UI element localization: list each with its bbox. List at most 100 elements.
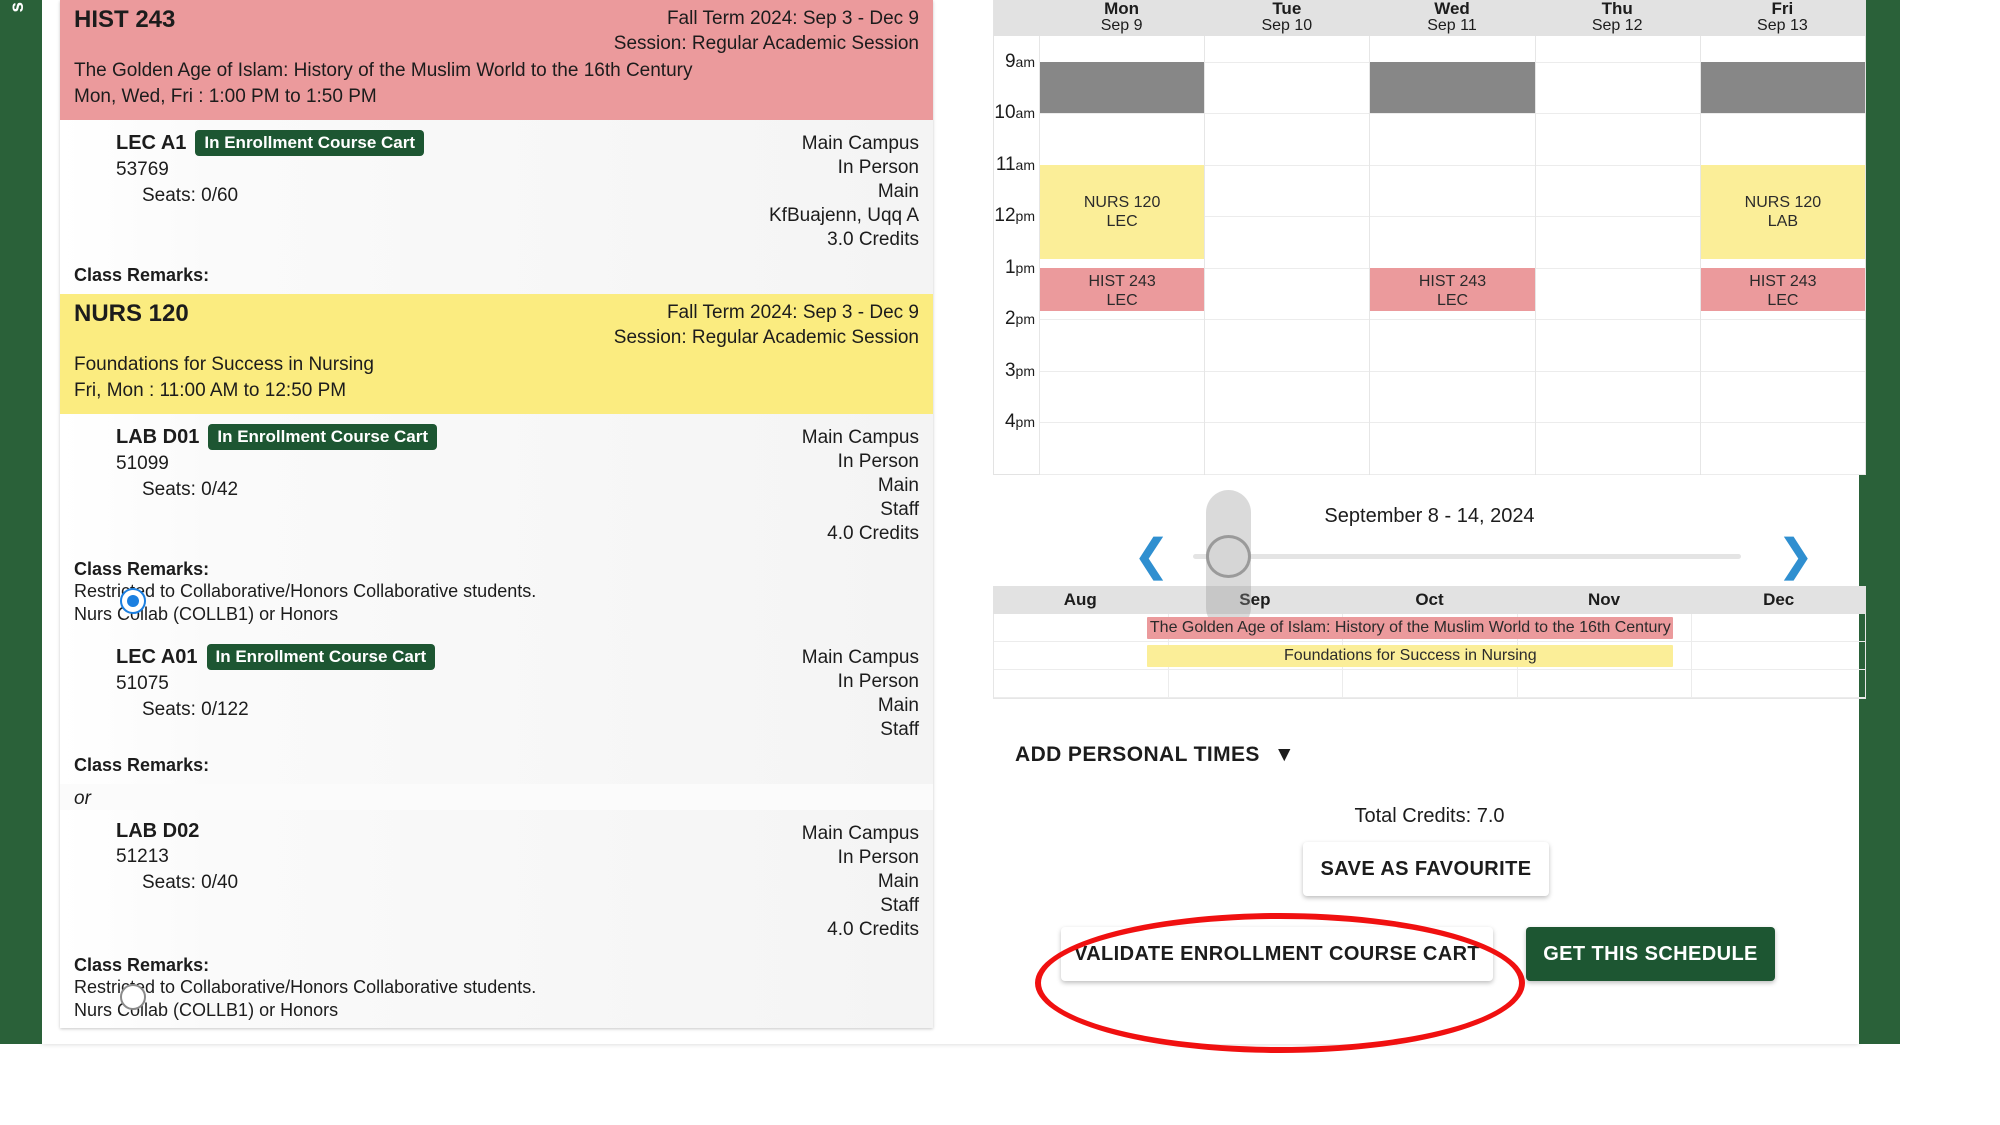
section-crn: 51213 — [116, 846, 169, 867]
calendar-day-heading: Tue Sep 10 — [1204, 0, 1369, 36]
section-campus: Main Campus — [801, 647, 919, 668]
calendar-hour-line — [1535, 370, 1700, 372]
section-code: LAB D02 — [116, 820, 200, 842]
calendar-hour-line — [1205, 370, 1370, 372]
calendar-event[interactable]: HIST 243 LEC — [1370, 267, 1535, 311]
calendar-day-heading: Mon Sep 9 — [1039, 0, 1204, 36]
calendar-day-column[interactable] — [1534, 36, 1700, 475]
section-seats: Seats: 0/60 — [142, 185, 239, 206]
course-code: NURS 120 — [74, 300, 189, 327]
time-unit: am — [1015, 156, 1035, 173]
calendar-event[interactable]: HIST 243 LEC — [1700, 267, 1866, 311]
get-this-schedule-button[interactable]: GET THIS SCHEDULE — [1526, 927, 1775, 981]
section-instructor: Staff — [880, 895, 919, 916]
section-option-radio[interactable] — [120, 588, 146, 614]
timeline-slider-track[interactable] — [1193, 554, 1741, 559]
course-section-row[interactable]: LEC A1 In Enrollment Course Cart 53769 Seat… — [60, 120, 933, 294]
calendar-time-label: 9am — [1005, 51, 1035, 73]
timeline-month-label: Sep — [1239, 590, 1271, 609]
calendar-hour-line — [1205, 113, 1370, 115]
time-number: 3 — [1004, 359, 1016, 381]
next-week-icon[interactable]: ❯ — [1777, 534, 1814, 578]
course-session: Session: Regular Academic Session — [613, 33, 919, 54]
add-personal-times-toggle[interactable]: ADD PERSONAL TIMES ▼ — [993, 743, 1866, 767]
calendar-hour-line — [1205, 164, 1370, 166]
section-option-radio[interactable] — [120, 984, 146, 1010]
calendar-day-header: Mon Sep 9 Tue Sep 10 Wed Sep 11 Thu Sep 12 Fri Se… — [994, 0, 1865, 36]
calendar-busy-block[interactable] — [1040, 61, 1205, 114]
timeline-month-label: Dec — [1763, 590, 1795, 609]
previous-week-icon[interactable]: ❮ — [1133, 534, 1170, 578]
calendar-hour-line — [1700, 113, 1866, 115]
section-mode: In Person — [837, 451, 919, 472]
timeline-course-bar[interactable]: The Golden Age of Islam: History of the … — [1147, 617, 1674, 639]
course-header[interactable]: NURS 120 Fall Term 2024: Sep 3 - Dec 9 Ses… — [60, 294, 933, 414]
calendar-event[interactable]: NURS 120 LAB — [1700, 164, 1866, 260]
timeline-grid-line — [1342, 670, 1344, 697]
calendar-hour-line — [1205, 216, 1370, 218]
calendar-day-name: Thu — [1601, 0, 1633, 18]
calendar-event[interactable]: HIST 243 LEC — [1040, 267, 1205, 311]
timeline-grid-line — [1690, 670, 1692, 697]
timeline-bar-row: The Golden Age of Islam: History of the … — [994, 614, 1865, 642]
section-campus: Main Campus — [801, 133, 919, 154]
save-as-favourite-button[interactable]: SAVE AS FAVOURITE — [1303, 842, 1549, 896]
section-location: Main — [877, 475, 919, 496]
event-component: LEC — [1436, 291, 1469, 309]
calendar-hour-line — [1535, 319, 1700, 321]
calendar-day-heading: Wed Sep 11 — [1369, 0, 1534, 36]
calendar-body[interactable]: 9am 10am 11am 12pm 1pm 2pm 3pm 4pm NURS 120 LEC H… — [994, 36, 1866, 475]
calendar-hour-line — [1040, 319, 1205, 321]
calendar-time-label: 11am — [996, 154, 1035, 176]
chevron-down-icon[interactable]: ▼ — [1274, 743, 1295, 767]
timeline-slider-handle[interactable] — [1206, 535, 1251, 578]
time-number: 1 — [1004, 256, 1016, 278]
course-section-row[interactable]: LAB D01 In Enrollment Course Cart 51099 Sea… — [60, 414, 933, 634]
course-header[interactable]: HIST 243 Fall Term 2024: Sep 3 - Dec 9 Ses… — [60, 0, 933, 120]
section-mode: In Person — [837, 671, 919, 692]
calendar-day-column[interactable]: NURS 120 LAB HIST 243 LEC — [1699, 36, 1866, 475]
calendar-day-column[interactable]: NURS 120 LEC HIST 243 LEC — [1039, 36, 1205, 475]
calendar-day-column[interactable] — [1204, 36, 1370, 475]
calendar-hour-line — [1205, 267, 1370, 269]
section-mode: In Person — [837, 847, 919, 868]
time-unit: pm — [1015, 362, 1035, 379]
calendar-busy-block[interactable] — [1700, 61, 1866, 114]
course-meeting-time: Fri, Mon : 11:00 AM to 12:50 PM — [74, 380, 347, 401]
section-seats: Seats: 0/122 — [142, 699, 249, 720]
section-mode: In Person — [837, 157, 919, 178]
left-rail-label: s — [7, 1, 28, 13]
validate-enrollment-course-cart-button[interactable]: VALIDATE ENROLLMENT COURSE CART — [1061, 927, 1493, 981]
total-credits-label: Total Credits: 7.0 — [1354, 805, 1505, 827]
calendar-hour-line — [1700, 370, 1866, 372]
calendar-hour-line — [1370, 474, 1535, 475]
time-number: 4 — [1004, 411, 1016, 433]
timeline-course-bars[interactable]: The Golden Age of Islam: History of the … — [993, 614, 1866, 699]
calendar-hour-line — [1205, 319, 1370, 321]
section-campus: Main Campus — [801, 427, 919, 448]
timeline-course-bar[interactable]: Foundations for Success in Nursing — [1147, 645, 1674, 667]
timeline-nav[interactable]: ❮ ❯ — [993, 490, 1866, 630]
class-remarks-label: Class Remarks: — [74, 559, 210, 579]
calendar-hour-line — [1040, 422, 1205, 424]
calendar-busy-block[interactable] — [1370, 61, 1535, 114]
calendar-hour-line — [1205, 422, 1370, 424]
course-cart-panel[interactable]: HIST 243 Fall Term 2024: Sep 3 - Dec 9 Ses… — [60, 0, 933, 1028]
calendar-day-column[interactable]: HIST 243 LEC — [1369, 36, 1535, 475]
section-location: Main — [877, 695, 919, 716]
course-section-row[interactable]: LEC A01 In Enrollment Course Cart 51075 Sea… — [60, 634, 933, 784]
class-remark: Restricted to Collaborative/Honors Colla… — [74, 977, 537, 997]
section-crn: 53769 — [116, 159, 169, 180]
weekly-calendar[interactable]: Mon Sep 9 Tue Sep 10 Wed Sep 11 Thu Sep 12 Fri Se… — [993, 0, 1866, 475]
calendar-hour-line — [1370, 164, 1535, 166]
calendar-gutter-spacer — [994, 0, 1039, 36]
timeline-month-label: Aug — [1063, 590, 1097, 609]
time-unit: pm — [1015, 414, 1035, 431]
course-section-row[interactable]: LAB D02 51213 Seats: 0/40 Main Campus In Per… — [60, 810, 933, 1028]
calendar-event[interactable]: NURS 120 LEC — [1040, 164, 1205, 260]
calendar-hour-line — [1370, 216, 1535, 218]
section-campus: Main Campus — [801, 823, 919, 844]
timeline-bar-row: Foundations for Success in Nursing — [994, 642, 1865, 670]
event-component: LEC — [1767, 291, 1799, 309]
calendar-time-gutter: 9am 10am 11am 12pm 1pm 2pm 3pm 4pm — [994, 36, 1039, 474]
